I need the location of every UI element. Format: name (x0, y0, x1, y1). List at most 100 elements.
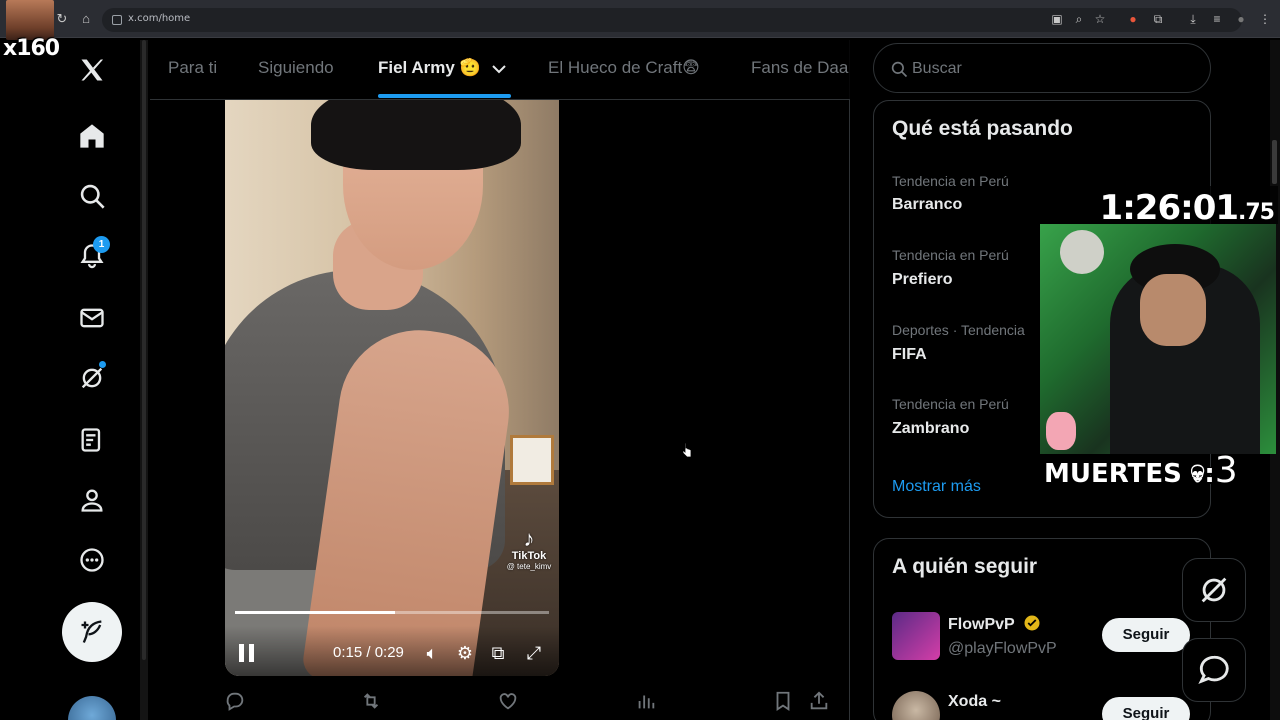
list-icon (81, 428, 101, 452)
search-box[interactable]: Buscar (873, 43, 1211, 93)
left-scrollbar-thumb[interactable] (142, 40, 146, 660)
settings-gear-icon[interactable]: ⚙ (454, 642, 476, 664)
bookmark-star-icon[interactable]: ☆ (1093, 12, 1107, 26)
follow-name: Xoda ~ (948, 693, 1001, 710)
more-circle-icon (80, 548, 104, 572)
chevron-down-icon[interactable] (491, 63, 507, 75)
bookmark-icon[interactable] (772, 690, 794, 712)
trend-name: Prefiero (892, 271, 953, 288)
tiktok-logo-icon: ♪ (523, 526, 535, 551)
follow-button[interactable]: Seguir (1102, 697, 1190, 720)
grok-float-button[interactable] (1182, 558, 1246, 622)
right-scrollbar-thumb[interactable] (1272, 140, 1277, 184)
chat-bubble-icon (1198, 655, 1229, 685)
reload-icon[interactable]: ↻ (54, 11, 70, 27)
show-more-link[interactable]: Mostrar más (892, 478, 981, 496)
search-icon (80, 184, 105, 209)
nav-messages[interactable] (72, 298, 112, 338)
like-heart-icon[interactable] (497, 690, 519, 712)
media-icon[interactable]: ≡ (1210, 12, 1224, 26)
browser-toolbar: ↻ ⌂ x.com/home ▣ ⌕ ☆ ● ⧉ ⤓ ≡ ● ⋮ (0, 0, 1280, 38)
fullscreen-icon[interactable]: ⤢ (523, 642, 545, 664)
trend-name: Zambrano (892, 420, 970, 437)
reply-icon[interactable] (224, 690, 246, 712)
video-picture-frame (510, 435, 554, 485)
follow-avatar (892, 612, 940, 660)
tab-el-hueco[interactable]: El Hueco de Craft😨 (548, 58, 700, 78)
tab-fiel-army[interactable]: Fiel Army 🫡 (378, 58, 507, 78)
x-logo[interactable] (72, 50, 112, 90)
timer-text: 1:26:01.75 (1099, 188, 1275, 228)
views-chart-icon[interactable] (635, 690, 657, 712)
download-icon[interactable]: ⤓ (1186, 12, 1200, 26)
follow-name-text: FlowPvP (948, 616, 1015, 633)
nav-home[interactable] (72, 116, 112, 156)
extension-icon[interactable]: ● (1126, 12, 1140, 26)
search-placeholder: Buscar (912, 60, 962, 77)
pip-icon[interactable]: ⧉ (487, 642, 509, 664)
streamer-cam-small (6, 0, 54, 40)
trend-meta: Tendencia en Perú (892, 247, 1009, 263)
grok-icon (1201, 577, 1227, 603)
person-icon (81, 489, 103, 512)
timer-main: 1:26:01 (1099, 188, 1239, 228)
grok-icon (81, 367, 103, 389)
mail-icon (80, 308, 104, 328)
active-tab-indicator (378, 94, 511, 98)
tab-fans-de-daa[interactable]: Fans de Daa (751, 58, 848, 78)
timeline-tabs: Para ti Siguiendo Fiel Army 🫡 El Hueco d… (150, 40, 850, 100)
nav-explore[interactable] (72, 176, 112, 216)
post-actions (224, 690, 834, 716)
trend-meta: Tendencia en Perú (892, 396, 1009, 412)
tab-siguiendo[interactable]: Siguiendo (258, 58, 334, 78)
verified-badge-icon (1024, 615, 1040, 631)
profile-icon[interactable]: ● (1234, 12, 1248, 26)
pause-icon[interactable] (239, 644, 255, 662)
tab-para-ti[interactable]: Para ti (168, 58, 217, 78)
webcam-microphone (1060, 230, 1104, 274)
streamer-webcam (1040, 224, 1276, 454)
browser-menu-icon[interactable]: ⋮ (1258, 12, 1272, 26)
streamer-corner: x160 (0, 0, 60, 61)
nav-notifications[interactable]: 1 (72, 236, 112, 276)
address-bar[interactable]: x.com/home (102, 8, 1242, 32)
deaths-count: 3 (1214, 450, 1238, 491)
repost-icon[interactable] (360, 690, 382, 712)
address-url: x.com/home (128, 13, 191, 24)
pig-sticker (1046, 412, 1076, 450)
account-avatar[interactable] (68, 696, 116, 720)
volume-icon[interactable]: 🔈︎ (421, 642, 443, 664)
video-controls: 0:15 / 0:29 🔈︎ ⚙ ⧉ ⤢ (225, 626, 559, 676)
search-icon (891, 61, 908, 78)
nav-profile[interactable] (72, 480, 112, 520)
puzzle-icon[interactable]: ⧉ (1151, 12, 1165, 26)
nav-lists[interactable] (72, 420, 112, 460)
trend-meta: Tendencia en Perú (892, 173, 1009, 189)
skull-icon: 💀︎ (1190, 459, 1205, 489)
trend-name: Barranco (892, 196, 963, 213)
home-icon[interactable]: ⌂ (78, 11, 94, 27)
nav-grok[interactable] (72, 358, 112, 398)
left-navigation: 1 (56, 40, 138, 720)
follow-avatar (892, 691, 940, 720)
pointer-hand-icon (682, 442, 692, 458)
nav-more[interactable] (72, 540, 112, 580)
tiktok-watermark: ♪ TikTok @ tete_kimv (501, 526, 557, 572)
screenshot-icon[interactable]: ▣ (1050, 12, 1064, 26)
video-progress-bar[interactable] (235, 611, 549, 614)
video-player[interactable]: ♪ TikTok @ tete_kimv 0:15 / 0:29 🔈︎ ⚙ ⧉ … (225, 100, 559, 676)
share-icon[interactable] (808, 690, 830, 712)
site-info-icon[interactable] (112, 15, 122, 25)
home-icon (80, 124, 104, 148)
feather-plus-icon (81, 620, 102, 643)
messages-float-button[interactable] (1182, 638, 1246, 702)
post-button[interactable] (62, 602, 122, 662)
timer-fraction: .75 (1238, 200, 1275, 225)
trend-name: FIFA (892, 346, 927, 363)
tiktok-brand: TikTok (511, 550, 547, 562)
video-hair (311, 100, 521, 170)
follow-button[interactable]: Seguir (1102, 618, 1190, 652)
x-logo-icon (81, 59, 104, 81)
trend-meta: Deportes · Tendencia (892, 322, 1025, 338)
zoom-icon[interactable]: ⌕ (1072, 12, 1086, 26)
